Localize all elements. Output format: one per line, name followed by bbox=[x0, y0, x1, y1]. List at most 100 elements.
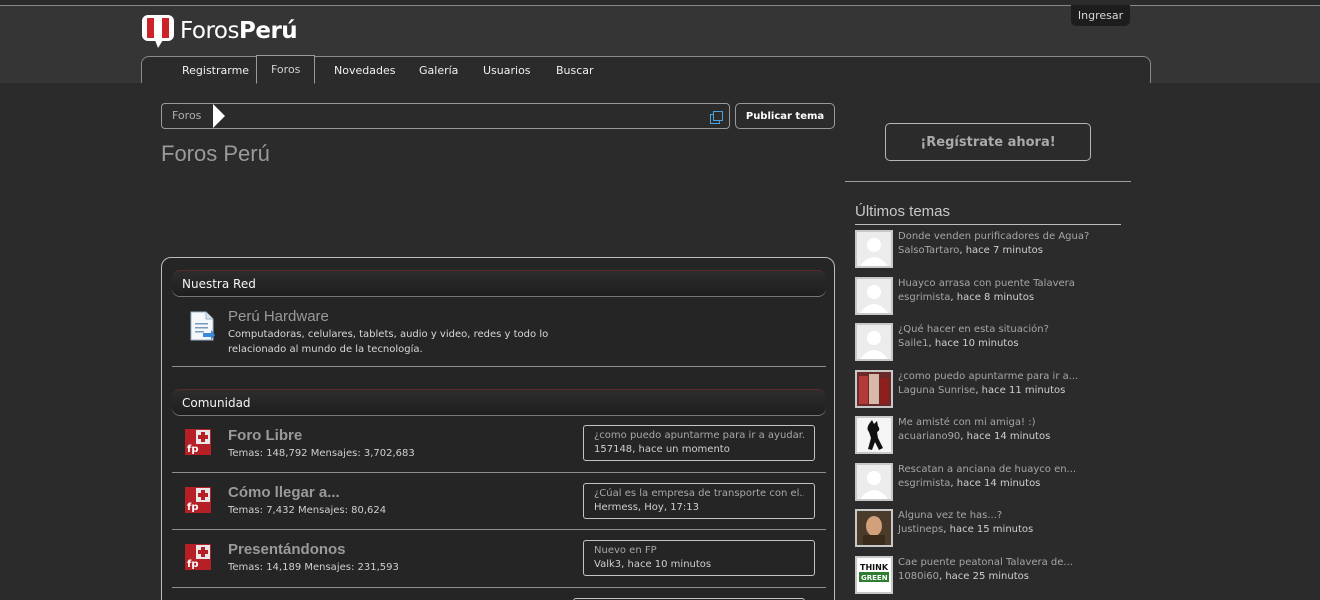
nav-forums[interactable]: Foros bbox=[256, 55, 316, 84]
forum-list: Nuestra Red Perú Hardware Computadoras, … bbox=[161, 257, 835, 600]
forum-title[interactable]: Foro Libre bbox=[228, 427, 302, 444]
last-post-title[interactable]: ¿Cúal es la empresa de transporte con el… bbox=[594, 487, 804, 501]
latest-topic-item[interactable]: Donde venden purificadores de Agua? Salso… bbox=[855, 230, 1131, 270]
last-post-user[interactable]: Valk3 bbox=[594, 559, 621, 570]
latest-topic-meta: esgrimista, hace 8 minutos bbox=[898, 292, 1034, 303]
avatar[interactable] bbox=[855, 323, 893, 361]
login-button[interactable]: Ingresar bbox=[1071, 5, 1130, 26]
forum-description: Computadoras, celulares, tablets, audio … bbox=[228, 329, 549, 355]
latest-topic-time: hace 11 minutos bbox=[981, 385, 1066, 396]
latest-topic-meta: Saile1, hace 10 minutos bbox=[898, 338, 1019, 349]
latest-topic-time: hace 14 minutos bbox=[956, 478, 1041, 489]
forum-row[interactable]: Perú Hardware Computadoras, celulares, t… bbox=[172, 303, 826, 367]
external-link-icon[interactable] bbox=[710, 109, 723, 124]
forum-fp-icon: fp bbox=[185, 544, 211, 570]
category-header[interactable]: Nuestra Red bbox=[172, 270, 826, 296]
last-post[interactable]: Nuevo en FP Valk3, hace 10 minutos bbox=[583, 540, 815, 576]
last-post-title[interactable]: ¿como puedo apuntarme para ir a ayudar..… bbox=[594, 429, 804, 443]
latest-topic-time: hace 15 minutos bbox=[949, 524, 1034, 535]
latest-topic-title[interactable]: ¿como puedo apuntarme para ir a... bbox=[898, 371, 1078, 382]
latest-topic-item[interactable]: Huayco arrasa con puente Talavera esgrimi… bbox=[855, 277, 1131, 317]
forum-row[interactable]: fp Presentándonos Temas: 14,189 Mensajes… bbox=[172, 530, 826, 588]
latest-topic-title[interactable]: Huayco arrasa con puente Talavera bbox=[898, 278, 1075, 289]
latest-topic-time: hace 7 minutos bbox=[965, 245, 1043, 256]
latest-topic-meta: Laguna Sunrise, hace 11 minutos bbox=[898, 385, 1065, 396]
nav-register[interactable]: Registrarme bbox=[182, 57, 249, 83]
latest-topic-user[interactable]: esgrimista bbox=[898, 478, 950, 489]
avatar[interactable] bbox=[855, 230, 893, 268]
avatar[interactable] bbox=[855, 416, 893, 454]
last-post-meta: 157148, hace un momento bbox=[594, 444, 730, 455]
latest-topic-time: hace 8 minutos bbox=[956, 292, 1035, 303]
forum-stats: Temas: 148,792 Mensajes: 3,702,683 bbox=[228, 448, 415, 459]
svg-text:fp: fp bbox=[187, 502, 199, 513]
forum-fp-icon: fp bbox=[185, 429, 211, 455]
avatar[interactable]: THINK GREEN bbox=[855, 556, 893, 594]
register-now-button[interactable]: ¡Regístrate ahora! bbox=[885, 123, 1091, 161]
avatar[interactable] bbox=[855, 509, 893, 547]
divider bbox=[845, 181, 1131, 182]
publish-topic-button[interactable]: Publicar tema bbox=[735, 103, 835, 129]
avatar[interactable] bbox=[855, 463, 893, 501]
forum-stats: Temas: 7,432 Mensajes: 80,624 bbox=[228, 505, 387, 516]
latest-topic-item[interactable]: ¿como puedo apuntarme para ir a... Laguna… bbox=[855, 370, 1131, 410]
nav-search[interactable]: Buscar bbox=[556, 57, 594, 83]
latest-topic-item[interactable]: ¿Qué hacer en esta situación? Saile1, hac… bbox=[855, 323, 1131, 363]
latest-topic-user[interactable]: Saile1 bbox=[898, 338, 929, 349]
latest-topic-user[interactable]: acuariano90 bbox=[898, 431, 960, 442]
latest-topic-user[interactable]: esgrimista bbox=[898, 292, 950, 303]
page-title: Foros Perú bbox=[161, 141, 270, 166]
divider bbox=[855, 224, 1121, 225]
latest-topic-title[interactable]: Rescatan a anciana de huayco en... bbox=[898, 464, 1076, 475]
site-logo[interactable]: ForosPerú bbox=[141, 13, 298, 49]
latest-topic-meta: Justineps, hace 15 minutos bbox=[898, 524, 1033, 535]
category-header[interactable]: Comunidad bbox=[172, 389, 826, 415]
nav-news[interactable]: Novedades bbox=[334, 57, 395, 83]
avatar[interactable] bbox=[855, 277, 893, 315]
latest-topic-user[interactable]: Justineps bbox=[898, 524, 943, 535]
latest-topic-title[interactable]: ¿Qué hacer en esta situación? bbox=[898, 324, 1049, 335]
logo-text: ForosPerú bbox=[180, 18, 298, 44]
latest-topic-time: hace 10 minutos bbox=[934, 338, 1019, 349]
nav-gallery[interactable]: Galería bbox=[419, 57, 458, 83]
main-nav: Registrarme Foros Novedades Galería Usua… bbox=[141, 55, 1151, 84]
nav-users[interactable]: Usuarios bbox=[483, 57, 531, 83]
svg-text:GREEN: GREEN bbox=[861, 574, 888, 582]
forum-title[interactable]: Perú Hardware bbox=[228, 308, 329, 325]
last-post-time: hace un momento bbox=[638, 444, 730, 455]
latest-topic-title[interactable]: Me amisté con mi amiga! :) bbox=[898, 417, 1035, 428]
latest-topic-meta: SalsoTartaro, hace 7 minutos bbox=[898, 245, 1043, 256]
svg-text:THINK: THINK bbox=[860, 563, 889, 572]
forum-fp-icon: fp bbox=[185, 487, 211, 513]
forum-stats: Temas: 14,189 Mensajes: 231,593 bbox=[228, 562, 399, 573]
latest-topic-time: hace 14 minutos bbox=[966, 431, 1051, 442]
forum-row[interactable]: fp Cómo llegar a... Temas: 7,432 Mensaje… bbox=[172, 473, 826, 530]
last-post-time: Hoy, 17:13 bbox=[644, 502, 700, 513]
svg-text:fp: fp bbox=[187, 444, 199, 455]
latest-topic-title[interactable]: Alguna vez te has...? bbox=[898, 510, 1002, 521]
latest-topic-item[interactable]: THINK GREEN Cae puente peatonal Talavera d… bbox=[855, 556, 1131, 596]
document-icon bbox=[189, 311, 215, 341]
forum-row[interactable]: fp Foro Libre Temas: 148,792 Mensajes: 3… bbox=[172, 423, 826, 473]
forum-title[interactable]: Presentándonos bbox=[228, 541, 346, 558]
avatar[interactable] bbox=[855, 370, 893, 408]
latest-topic-item[interactable]: Alguna vez te has...? Justineps, hace 15 … bbox=[855, 509, 1131, 549]
latest-topic-user[interactable]: 1080i60 bbox=[898, 571, 939, 582]
last-post-title[interactable]: Nuevo en FP bbox=[594, 544, 804, 558]
latest-topic-item[interactable]: Rescatan a anciana de huayco en... esgrim… bbox=[855, 463, 1131, 503]
last-post[interactable]: ¿como puedo apuntarme para ir a ayudar..… bbox=[583, 425, 815, 461]
breadcrumb: Foros bbox=[161, 103, 730, 129]
latest-topic-meta: esgrimista, hace 14 minutos bbox=[898, 478, 1040, 489]
latest-topic-title[interactable]: Donde venden purificadores de Agua? bbox=[898, 231, 1089, 242]
latest-topic-user[interactable]: SalsoTartaro bbox=[898, 245, 959, 256]
forum-title[interactable]: Cómo llegar a... bbox=[228, 484, 340, 501]
last-post[interactable]: ¿Cúal es la empresa de transporte con el… bbox=[583, 483, 815, 519]
latest-topic-item[interactable]: Me amisté con mi amiga! :) acuariano90, h… bbox=[855, 416, 1131, 456]
breadcrumb-home[interactable]: Foros bbox=[172, 109, 201, 122]
last-post-user[interactable]: Hermess bbox=[594, 502, 638, 513]
last-post-user[interactable]: 157148 bbox=[594, 444, 632, 455]
latest-topic-meta: acuariano90, hace 14 minutos bbox=[898, 431, 1050, 442]
latest-topic-title[interactable]: Cae puente peatonal Talavera de... bbox=[898, 557, 1073, 568]
latest-topic-user[interactable]: Laguna Sunrise bbox=[898, 385, 975, 396]
breadcrumb-arrow-icon bbox=[213, 104, 225, 128]
